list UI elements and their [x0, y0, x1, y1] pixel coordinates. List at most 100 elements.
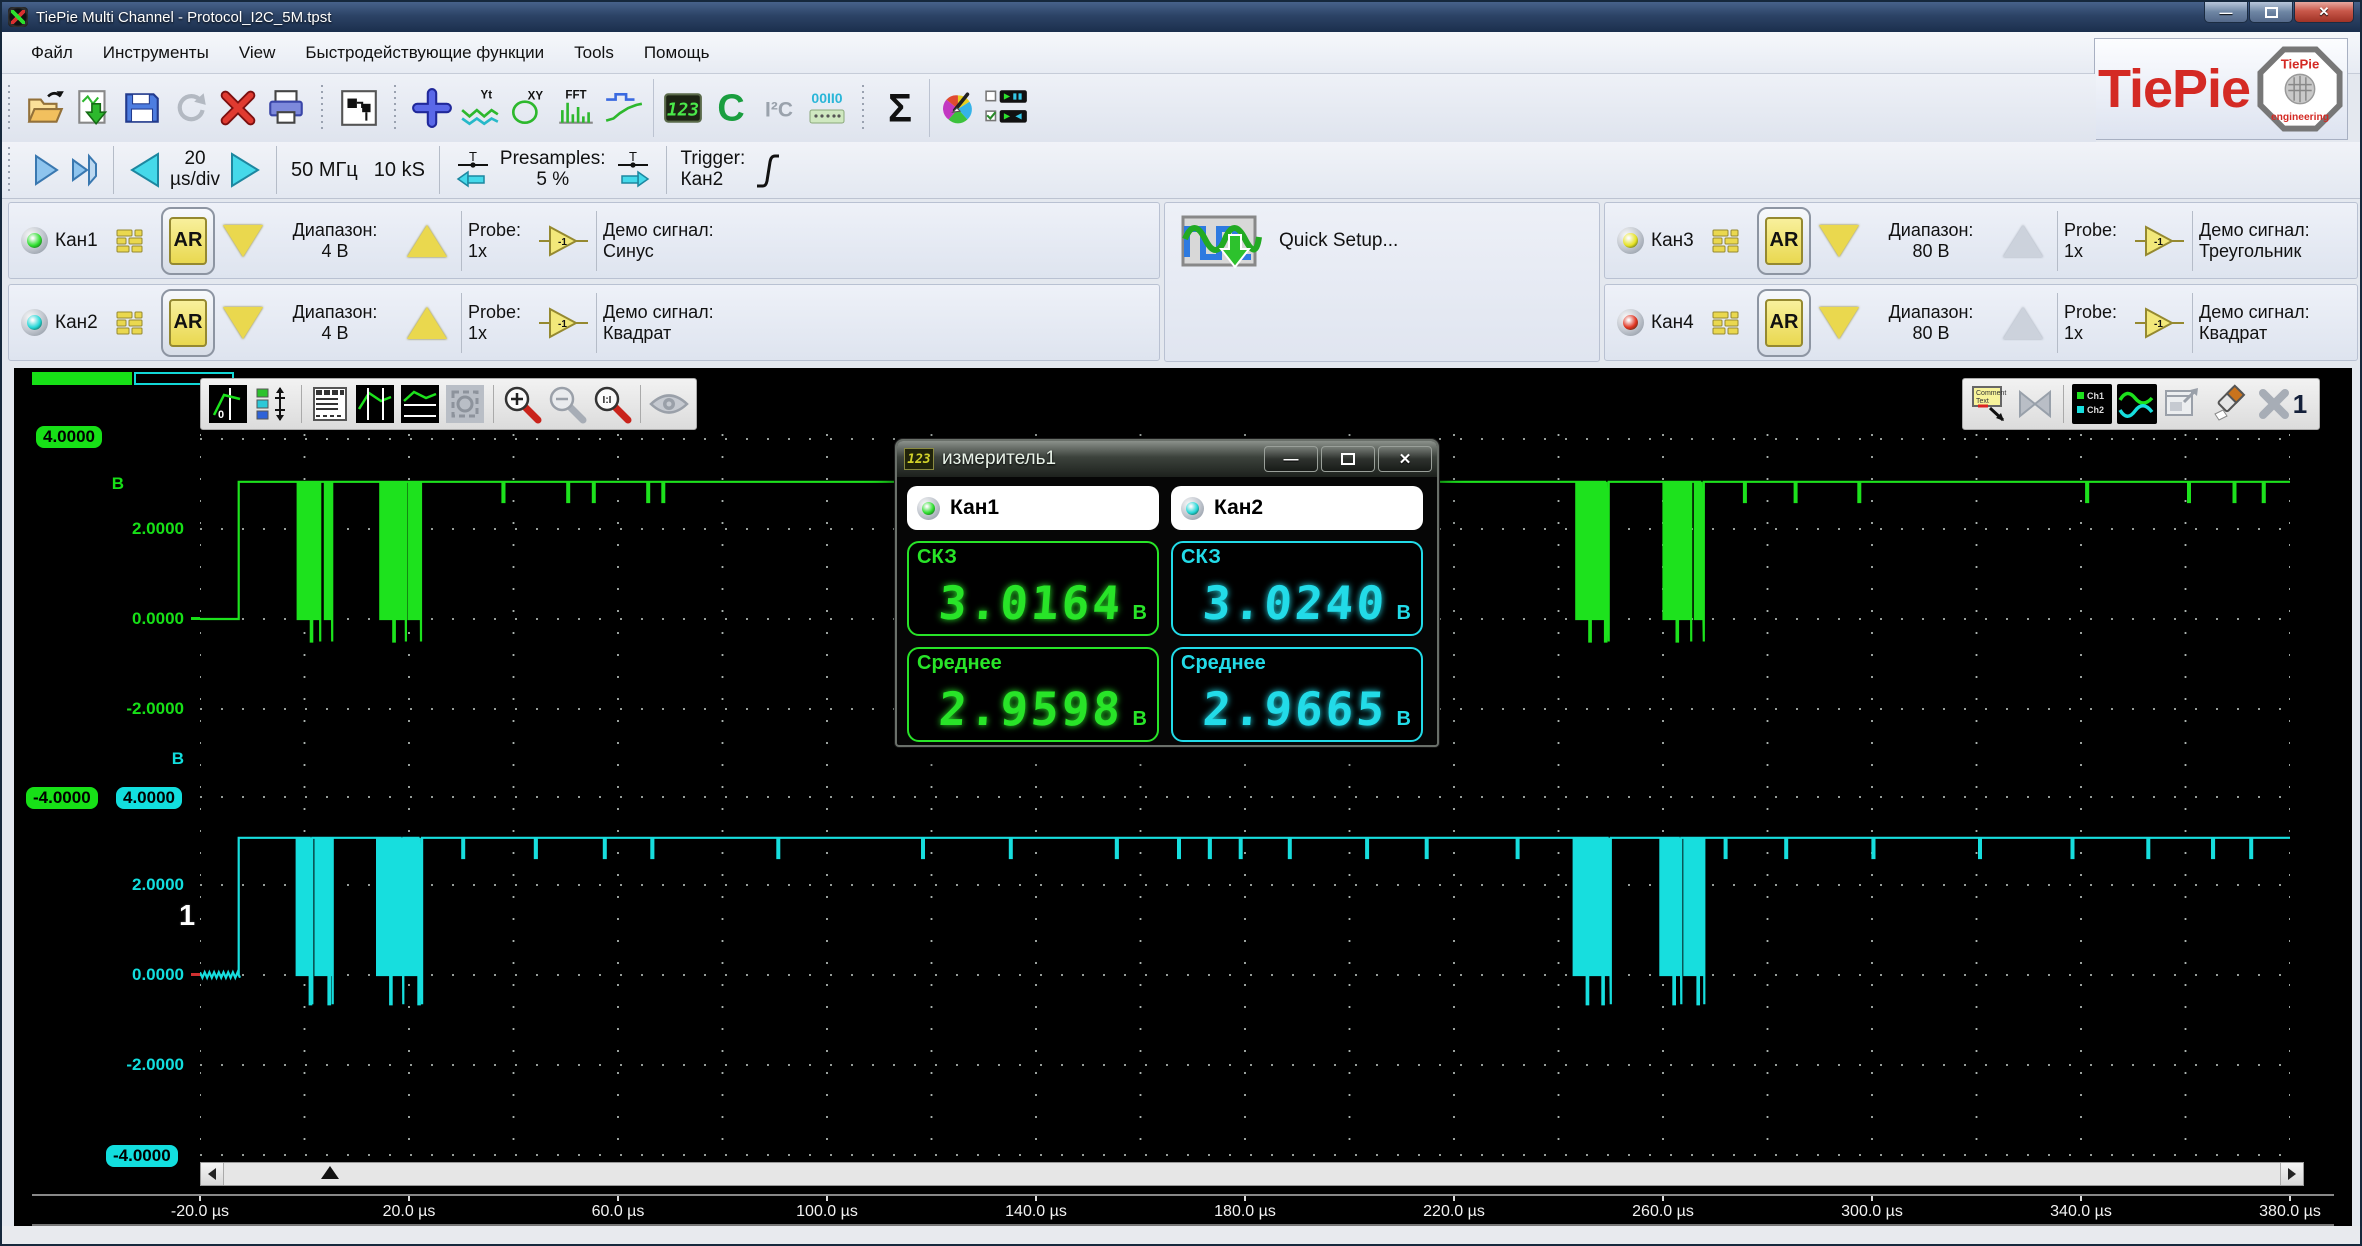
- channel-offsets-button[interactable]: [252, 383, 294, 425]
- scroll-left-button[interactable]: [201, 1163, 224, 1185]
- menu-file[interactable]: Файл: [16, 37, 88, 69]
- demo-signal-field[interactable]: Демо сигнал: Синус: [603, 220, 714, 261]
- meter-window[interactable]: 123 измеритель1 — ✕ Кан1 Кан2 СКЗ 3.0164…: [895, 439, 1439, 747]
- presamples-decrease-button[interactable]: T: [454, 149, 492, 191]
- range-up-button[interactable]: [2003, 225, 2043, 257]
- probe-field[interactable]: Probe: 1x: [468, 302, 538, 343]
- ch2-axis-max-badge[interactable]: 4.0000: [116, 787, 182, 809]
- channel-settings-icon[interactable]: [1711, 228, 1749, 254]
- toolbar-grip[interactable]: [860, 85, 867, 131]
- xy-graph-button[interactable]: XY: [505, 85, 551, 131]
- zoom-reset-button[interactable]: I:I: [591, 383, 633, 425]
- channel-led[interactable]: [1617, 309, 1644, 336]
- filter-button[interactable]: [601, 85, 647, 131]
- hide-sources-button-disabled[interactable]: [648, 383, 690, 425]
- title-bar[interactable]: TiePie Multi Channel - Protocol_I2C_5M.t…: [2, 2, 2360, 32]
- io-toggle-button[interactable]: [984, 85, 1030, 131]
- print-button[interactable]: [263, 85, 309, 131]
- save-button[interactable]: [119, 85, 165, 131]
- probe-field[interactable]: Probe: 1x: [2064, 220, 2134, 261]
- meter-sink-button[interactable]: 123: [660, 85, 706, 131]
- menu-fast-functions[interactable]: Быстродействующие функции: [290, 37, 559, 69]
- start-button[interactable]: [31, 152, 61, 188]
- vertical-cursors-button[interactable]: [354, 383, 396, 425]
- scroll-right-button[interactable]: [2280, 1163, 2303, 1185]
- autorange-button[interactable]: AR: [169, 217, 207, 265]
- quick-setup-button[interactable]: Quick Setup...: [1181, 213, 1599, 269]
- channel-led[interactable]: [1617, 227, 1644, 254]
- range-down-button[interactable]: [1819, 307, 1859, 339]
- fft-graph-button[interactable]: FFT: [553, 85, 599, 131]
- add-object-button[interactable]: [409, 85, 455, 131]
- ch1-axis-max-badge[interactable]: 4.0000: [36, 426, 102, 448]
- timebase-value[interactable]: 20 µs/div: [170, 149, 220, 191]
- open-file-button[interactable]: [23, 85, 69, 131]
- sum-function-button[interactable]: Σ: [877, 85, 923, 131]
- zoom-in-button[interactable]: [501, 383, 543, 425]
- menu-instruments[interactable]: Инструменты: [88, 37, 224, 69]
- delete-button[interactable]: [215, 85, 261, 131]
- channel-settings-icon[interactable]: [1711, 310, 1749, 336]
- maximize-button[interactable]: [2249, 2, 2293, 23]
- trace-colors-button[interactable]: [2116, 383, 2158, 425]
- probe-gain-icon[interactable]: -1: [538, 222, 590, 260]
- meter-maximize-button[interactable]: [1321, 446, 1375, 472]
- probe-gain-icon[interactable]: -1: [538, 304, 590, 342]
- toolbar-grip[interactable]: [392, 85, 399, 131]
- channel-name[interactable]: Кан2: [55, 312, 107, 334]
- trigger-level-marker[interactable]: 1: [179, 900, 195, 933]
- demo-signal-field[interactable]: Демо сигнал: Квадрат: [603, 302, 714, 343]
- one-shot-button[interactable]: [69, 152, 99, 188]
- probe-gain-icon[interactable]: -1: [2134, 222, 2186, 260]
- zoom-region-button-disabled[interactable]: [444, 383, 486, 425]
- sample-rate[interactable]: 50 МГц: [291, 159, 358, 182]
- range-down-button[interactable]: [223, 225, 263, 257]
- timebase-slower-button[interactable]: [128, 151, 162, 189]
- toolbar-grip[interactable]: [319, 85, 326, 131]
- add-comment-button[interactable]: CommentText: [1969, 383, 2011, 425]
- close-button[interactable]: ✕: [2294, 2, 2354, 23]
- range-down-button[interactable]: [223, 307, 263, 339]
- refresh-button-disabled[interactable]: [167, 85, 213, 131]
- trigger-rising-edge-icon[interactable]: [753, 148, 783, 192]
- presamples-increase-button[interactable]: T: [614, 149, 652, 191]
- channel-name[interactable]: Кан3: [1651, 230, 1703, 252]
- popout-graph-button-disabled[interactable]: [2161, 383, 2203, 425]
- channel-name[interactable]: Кан1: [55, 230, 107, 252]
- binary-output-button[interactable]: 00II0: [804, 85, 850, 131]
- autorange-button[interactable]: AR: [1765, 299, 1803, 347]
- probe-gain-icon[interactable]: -1: [2134, 304, 2186, 342]
- demo-signal-field[interactable]: Демо сигнал: Квадрат: [2199, 302, 2310, 343]
- probe-field[interactable]: Probe: 1x: [2064, 302, 2134, 343]
- clear-comments-button-disabled[interactable]: [2014, 383, 2056, 425]
- ch2-axis-min-badge[interactable]: -4.0000: [106, 1145, 178, 1167]
- value-table-button[interactable]: [309, 383, 351, 425]
- trigger-position-marker[interactable]: [321, 1166, 339, 1179]
- range-up-button[interactable]: [407, 225, 447, 257]
- meter-tab-ch2[interactable]: Кан2: [1171, 486, 1423, 530]
- range-up-button[interactable]: [2003, 307, 2043, 339]
- presamples-field[interactable]: Presamples: 5 %: [500, 149, 606, 191]
- autorange-button[interactable]: AR: [1765, 217, 1803, 265]
- ch1-axis-tab[interactable]: [32, 372, 132, 385]
- menu-view[interactable]: View: [224, 37, 291, 69]
- horizontal-scrollbar[interactable]: [200, 1162, 2304, 1186]
- axes-zero-button[interactable]: 0: [207, 383, 249, 425]
- channel-led[interactable]: [21, 227, 48, 254]
- channel-name[interactable]: Кан4: [1651, 312, 1703, 334]
- minimize-button[interactable]: —: [2204, 2, 2248, 23]
- meter-title-bar[interactable]: 123 измеритель1 — ✕: [897, 441, 1437, 477]
- horizontal-cursors-button[interactable]: [399, 383, 441, 425]
- channel-settings-icon[interactable]: [115, 228, 153, 254]
- colors-settings-button[interactable]: [936, 85, 982, 131]
- range-down-button[interactable]: [1819, 225, 1859, 257]
- menu-tools[interactable]: Tools: [559, 37, 629, 69]
- close-graph-button[interactable]: 1: [2251, 383, 2313, 425]
- zoom-out-button-disabled[interactable]: [546, 383, 588, 425]
- load-signal-button[interactable]: [71, 85, 117, 131]
- channel-settings-icon[interactable]: [115, 310, 153, 336]
- probe-field[interactable]: Probe: 1x: [468, 220, 538, 261]
- meter-close-button[interactable]: ✕: [1378, 446, 1432, 472]
- meter-minimize-button[interactable]: —: [1264, 446, 1318, 472]
- record-length[interactable]: 10 kS: [374, 159, 425, 182]
